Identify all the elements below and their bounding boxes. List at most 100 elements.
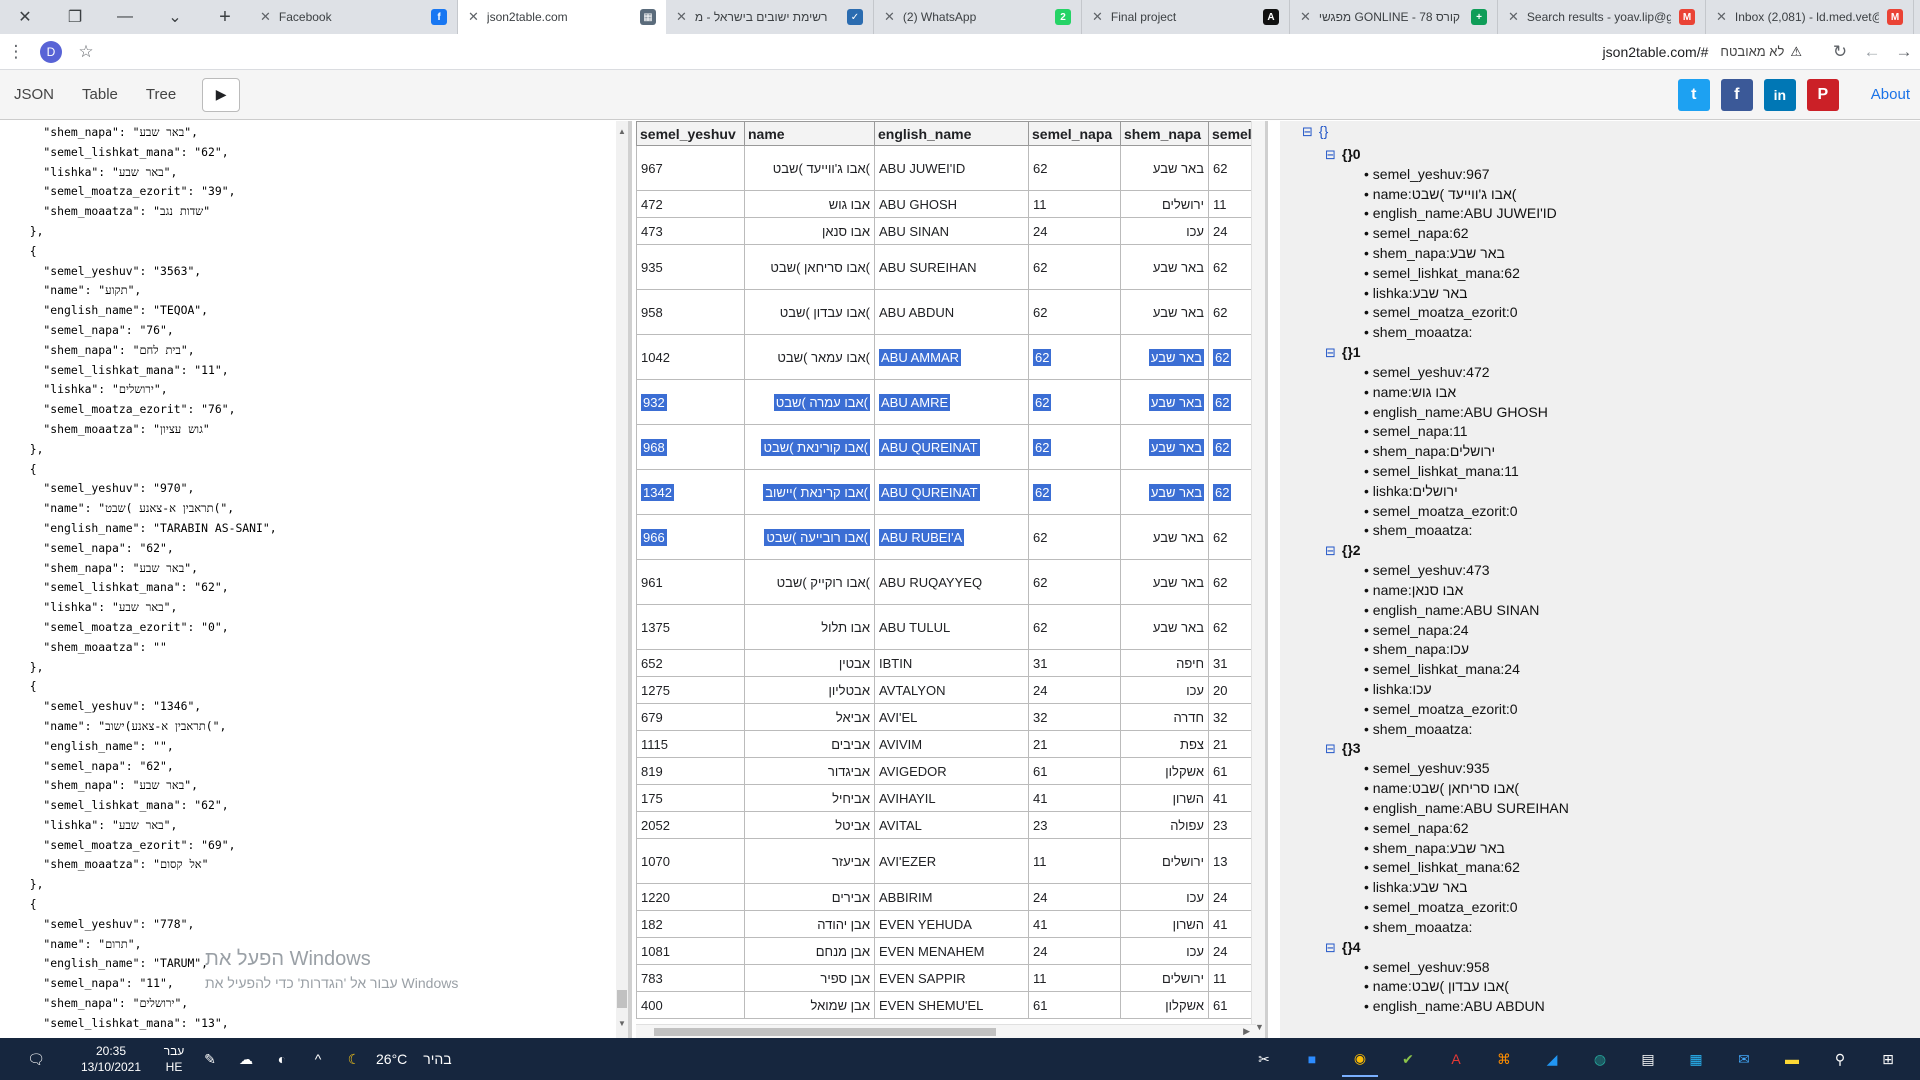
table-cell[interactable]: 31 [1028,649,1121,677]
tree-leaf[interactable]: • semel_moatza_ezorit:0 [1364,304,1518,320]
table-cell[interactable]: ABBIRIM [874,883,1029,911]
browser-tab[interactable]: ✕ רשימת ישובים בישראל - מ ✓ [666,0,874,34]
table-cell[interactable]: עכו [1120,217,1209,245]
table-cell[interactable]: השרון [1120,910,1209,938]
tree-leaf[interactable]: • semel_moatza_ezorit:0 [1364,899,1518,915]
run-button[interactable]: ▶ [202,77,241,112]
table-cell[interactable]: 41 [1028,910,1121,938]
table-cell[interactable]: עכו [1120,883,1209,911]
table-cell[interactable]: 62 [1028,145,1121,191]
close-tab-icon[interactable]: ✕ [1508,9,1519,25]
about-link[interactable]: About [1871,86,1910,103]
table-cell[interactable]: IBTIN [874,649,1029,677]
table-cell[interactable]: 62 [1028,244,1121,290]
table-cell[interactable]: 2052 [636,811,745,839]
tree-leaf[interactable]: • semel_lishkat_mana:62 [1364,859,1520,875]
tree-leaf[interactable]: • shem_napa:באר שבע [1364,840,1505,856]
collapse-icon[interactable]: ⊟ [1325,345,1336,360]
table-cell[interactable]: 23 [1028,811,1121,839]
table-cell[interactable]: אביטל [744,811,875,839]
table-cell[interactable]: 62 [1208,334,1257,380]
vscode-icon[interactable]: ◢ [1534,1041,1570,1077]
table-cell[interactable]: 11 [1208,964,1257,992]
table-row[interactable]: 958 אבו עבדון )שבט(ABU ABDUN 62 באר שבע 62 [636,289,1257,335]
tree-leaf[interactable]: • semel_lishkat_mana:24 [1364,661,1520,677]
table-row[interactable]: 1042 אבו עמאר )שבט(ABU AMMAR 62 באר שבע 62 [636,334,1257,380]
table-cell[interactable]: EVEN MENAHEM [874,937,1029,965]
table-cell[interactable]: 473 [636,217,745,245]
mail-icon[interactable]: ✉ [1726,1041,1762,1077]
table-cell[interactable]: אבן מנחם [744,937,875,965]
table-cell[interactable]: 32 [1028,703,1121,731]
json-editor-text[interactable]: "shem_napa": "באר שבע", "semel_lishkat_m… [0,123,628,1038]
table-cell[interactable]: 1115 [636,730,745,758]
back-arrow-icon[interactable]: ← [1856,42,1888,62]
table-cell[interactable]: 62 [1028,379,1121,425]
table-cell[interactable]: AVIHAYIL [874,784,1029,812]
clock[interactable]: 20:35 13/10/2021 [66,1043,156,1075]
table-cell[interactable]: ABU AMRE [874,379,1029,425]
tree-leaf[interactable]: • name:אבו סריחאן )שבט( [1364,780,1519,796]
table-cell[interactable]: 966 [636,514,745,560]
xampp-icon[interactable]: ⌘ [1486,1041,1522,1077]
table-row[interactable]: 652 אבטין IBTIN 31 חיפה 31 [636,649,1257,677]
table-cell[interactable]: באר שבע [1120,379,1209,425]
tree-leaf[interactable]: • semel_yeshuv:958 [1364,959,1490,975]
tree-object-node[interactable]: ⊟ {} [1302,123,1328,140]
table-cell[interactable]: עכו [1120,676,1209,704]
url-input[interactable]: json2table.com/# [1603,44,1709,60]
table-cell[interactable]: אבן ספיר [744,964,875,992]
snipping-tool-icon[interactable]: ✂ [1246,1041,1282,1077]
table-cell[interactable]: ABU JUWEI'ID [874,145,1029,191]
table-cell[interactable]: 62 [1028,514,1121,560]
json-editor-panel[interactable]: "shem_napa": "באר שבע", "semel_lishkat_m… [0,121,632,1038]
table-cell[interactable]: 20 [1208,676,1257,704]
facebook-share-icon[interactable]: f [1720,78,1753,111]
close-tab-icon[interactable]: ✕ [676,9,687,25]
table-cell[interactable]: אבו קרינאת )יישוב( [744,469,875,515]
table-cell[interactable]: 1342 [636,469,745,515]
collapse-icon[interactable]: ⊟ [1325,940,1336,955]
table-cell[interactable]: אבו עמרה )שבט( [744,379,875,425]
table-cell[interactable]: AVI'EZER [874,838,1029,884]
tree-leaf[interactable]: • shem_moaatza: [1364,919,1472,935]
table-cell[interactable]: ABU RUQAYYEQ [874,559,1029,605]
tree-leaf[interactable]: • semel_yeshuv:472 [1364,364,1490,380]
collapse-icon[interactable]: ⊟ [1325,741,1336,756]
table-cell[interactable]: ABU SUREIHAN [874,244,1029,290]
language-indicator[interactable]: עבר HE [156,1043,192,1075]
table-cell[interactable]: באר שבע [1120,145,1209,191]
table-cell[interactable]: אבטליון [744,676,875,704]
table-cell[interactable]: באר שבע [1120,559,1209,605]
table-cell[interactable]: 967 [636,145,745,191]
table-cell[interactable]: באר שבע [1120,604,1209,650]
taskbar-search-icon[interactable]: ⚲ [1822,1041,1858,1077]
table-cell[interactable]: 652 [636,649,745,677]
table-cell[interactable]: 1070 [636,838,745,884]
table-cell[interactable]: 1042 [636,334,745,380]
table-cell[interactable]: 61 [1208,991,1257,1019]
table-row[interactable]: 400 אבן שמואל EVEN SHEMU'EL 61 אשקלון 61 [636,991,1257,1019]
table-cell[interactable]: באר שבע [1120,469,1209,515]
table-cell[interactable]: 62 [1208,469,1257,515]
store-icon[interactable]: ▤ [1630,1041,1666,1077]
column-header[interactable]: name [744,121,875,146]
volume-icon[interactable]: ◐ [264,1041,300,1077]
table-cell[interactable]: השרון [1120,784,1209,812]
tree-leaf[interactable]: • semel_yeshuv:967 [1364,166,1490,182]
tree-leaf[interactable]: • semel_moatza_ezorit:0 [1364,503,1518,519]
table-cell[interactable]: אבו קורינאת )שבט( [744,424,875,470]
weather-label[interactable]: בהיר [423,1051,451,1067]
table-cell[interactable]: 21 [1208,730,1257,758]
tree-leaf[interactable]: • semel_yeshuv:473 [1364,562,1490,578]
tree-leaf[interactable]: • name:אבו ג'ווייעד )שבט( [1364,186,1516,202]
tree-leaf[interactable]: • name:אבו סנאן [1364,582,1463,598]
calculator-icon[interactable]: ▦ [1678,1041,1714,1077]
table-cell[interactable]: אביגדור [744,757,875,785]
tray-chevron-icon[interactable]: ^ [300,1041,336,1077]
tree-leaf[interactable]: • semel_lishkat_mana:62 [1364,265,1520,281]
table-row[interactable]: 2052 אביטל AVITAL 23 עפולה 23 [636,811,1257,839]
file-explorer-icon[interactable]: ▬ [1774,1041,1810,1077]
table-cell[interactable]: 24 [1028,676,1121,704]
tree-object-node[interactable]: ⊟ {}1 [1325,344,1361,361]
